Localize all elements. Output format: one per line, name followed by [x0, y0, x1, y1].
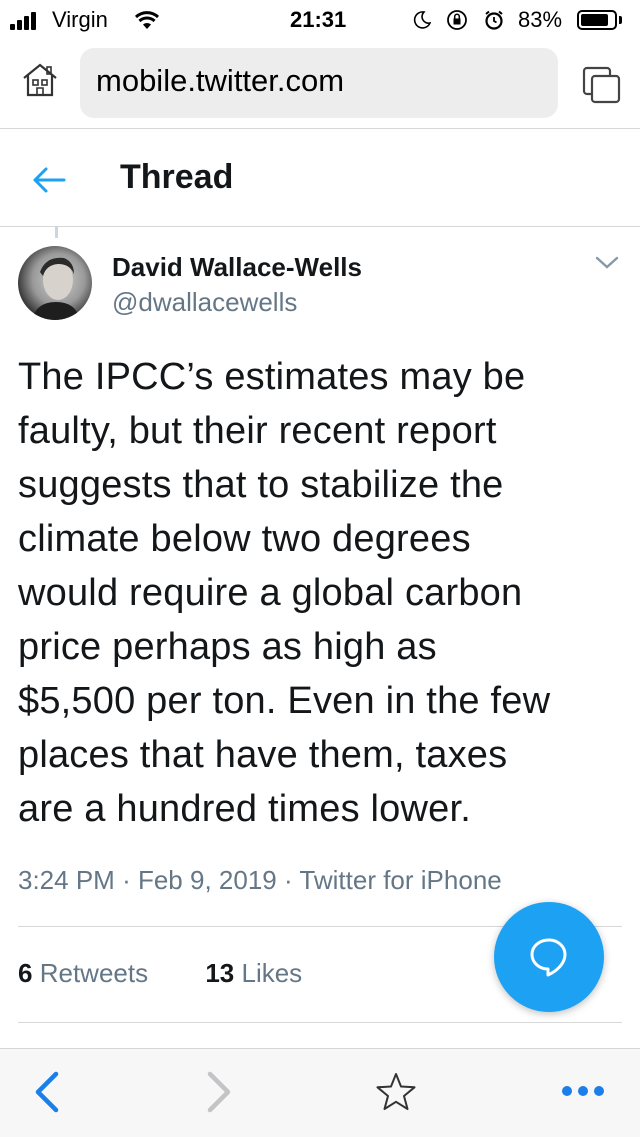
- alarm-icon: [485, 10, 503, 30]
- tweet-line: price perhaps as high as: [18, 626, 437, 668]
- moon-icon: [413, 11, 431, 29]
- tweet-meta: 3:24 PM · Feb 9, 2019 · Twitter for iPho…: [18, 865, 502, 896]
- tweet-line: faulty, but their recent report: [18, 410, 497, 452]
- home-icon[interactable]: [20, 60, 60, 100]
- chevron-down-icon[interactable]: [594, 255, 620, 271]
- orientation-lock-icon: [447, 10, 467, 30]
- tweet-line: are a hundred times lower.: [18, 788, 471, 830]
- back-arrow-icon[interactable]: [32, 166, 66, 194]
- back-icon[interactable]: [32, 1070, 62, 1114]
- retweets-link[interactable]: 6 Retweets: [18, 958, 148, 988]
- tweet-line: The IPCC’s estimates may be: [18, 356, 526, 398]
- retweets-label: Retweets: [39, 958, 149, 988]
- battery-icon: [577, 10, 617, 30]
- tweet-line: places that have them, taxes: [18, 734, 508, 776]
- url-text[interactable]: mobile.twitter.com: [96, 63, 344, 99]
- forward-icon[interactable]: [204, 1070, 234, 1114]
- star-icon[interactable]: [374, 1070, 418, 1114]
- retweets-count: 6: [18, 958, 33, 988]
- stats-divider: [18, 1022, 622, 1023]
- likes-link[interactable]: 13 Likes: [205, 958, 302, 988]
- carrier-label: Virgin: [52, 7, 108, 32]
- battery-percent: 83%: [518, 7, 563, 32]
- likes-count: 13: [205, 958, 235, 988]
- signal-icon: [10, 10, 50, 30]
- page-title: Thread: [120, 158, 234, 196]
- tweet-text: The IPCC’s estimates may be faulty, but …: [18, 350, 626, 836]
- status-bar: Virgin 21:31 83%: [0, 0, 640, 40]
- author-handle[interactable]: @dwallacewells: [112, 287, 297, 318]
- meta-separator: ·: [283, 865, 293, 895]
- clock: 21:31: [290, 7, 347, 32]
- tweet-time[interactable]: 3:24 PM: [18, 865, 115, 895]
- tweet-line: $5,500 per ton. Even in the few: [18, 680, 551, 722]
- battery-tip: [619, 16, 622, 24]
- more-icon[interactable]: [560, 1084, 606, 1098]
- reply-bubble-icon: [530, 938, 567, 977]
- tweet-line: would require a global carbon: [18, 572, 523, 614]
- browser-toolbar: [0, 1048, 640, 1137]
- tweet-line: climate below two degrees: [18, 518, 471, 560]
- thread-connector: [55, 226, 58, 238]
- tabs-icon[interactable]: [582, 66, 622, 104]
- header-divider: [0, 226, 640, 227]
- wifi-icon: [134, 11, 160, 29]
- browser-divider: [0, 128, 640, 129]
- likes-label: Likes: [241, 958, 303, 988]
- author-name[interactable]: David Wallace-Wells: [112, 252, 362, 283]
- tweet-source[interactable]: Twitter for iPhone: [299, 865, 501, 895]
- tweet-stats: 6 Retweets 13 Likes: [18, 958, 302, 989]
- reply-button[interactable]: [494, 902, 604, 1012]
- meta-separator: ·: [122, 865, 131, 895]
- tweet-line: suggests that to stabilize the: [18, 464, 504, 506]
- avatar[interactable]: [18, 246, 92, 320]
- tweet-date[interactable]: Feb 9, 2019: [138, 865, 277, 895]
